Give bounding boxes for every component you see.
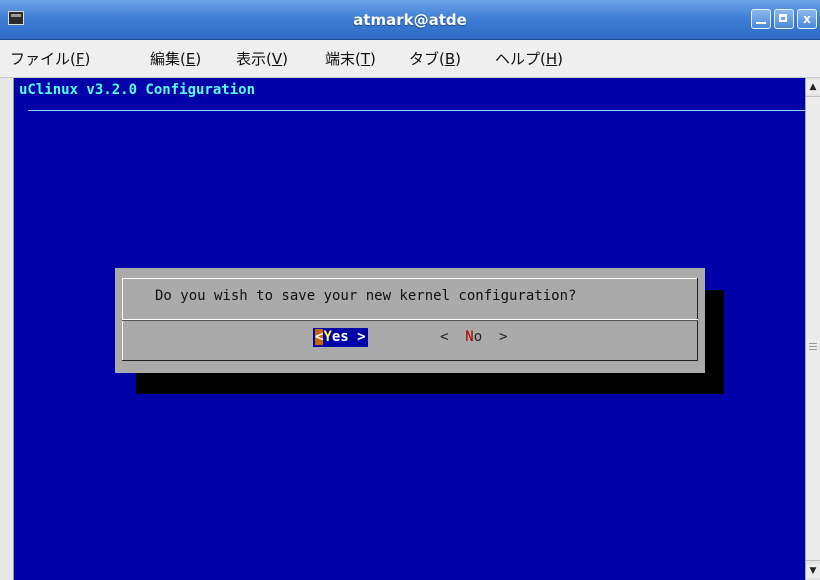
dialog-question: Do you wish to save your new kernel conf… [155,288,577,304]
no-button[interactable]: < No > [440,328,507,347]
maximize-button[interactable] [774,9,794,29]
yes-button[interactable]: <Yes > [313,328,368,347]
menu-tabs-suffix: ) [455,50,462,68]
scroll-grip-icon [809,343,817,350]
no-button-label: o > [473,329,508,345]
menu-file[interactable]: ファイル(F) [10,40,90,78]
menu-help-suffix: ) [557,50,563,68]
no-button-hotkey: N [465,329,474,345]
window-title: atmark@atde [353,11,467,29]
menu-tabs-label: タブ( [409,50,445,68]
menu-view-label: 表示( [236,50,272,68]
menu-edit-suffix: ) [195,50,202,68]
scroll-up-arrow-icon[interactable]: ▲ [806,80,820,94]
menu-help-accel: H [545,50,558,68]
menu-file-suffix: ) [84,50,91,68]
menu-edit[interactable]: 編集(E) [150,40,201,78]
menu-tabs[interactable]: タブ(B) [409,40,461,78]
menu-help[interactable]: ヘルプ(H) [495,40,563,78]
menu-terminal-suffix: ) [370,50,376,68]
window-titlebar[interactable]: atmark@atde x [0,0,820,40]
menu-view-accel: V [271,50,283,68]
config-title: uClinux v3.2.0 Configuration [19,82,256,98]
terminal-screen[interactable]: uClinux v3.2.0 Configuration Do you wish… [14,78,805,580]
menu-terminal-label: 端末( [325,50,361,68]
menu-edit-accel: E [185,50,196,68]
title-divider [28,110,805,111]
menu-file-label: ファイル( [10,50,76,68]
save-config-dialog: Do you wish to save your new kernel conf… [115,268,705,373]
menu-tabs-accel: B [444,50,456,68]
close-button[interactable]: x [797,9,817,29]
menu-terminal-accel: T [360,50,371,68]
window-left-border [0,78,14,580]
no-button-left: < [440,329,466,345]
scroll-down-arrow-icon[interactable]: ▼ [806,564,820,578]
yes-button-hotkey: Y [323,329,332,345]
menu-file-accel: F [75,50,85,68]
dialog-border-bottom [122,360,698,361]
minimize-button[interactable] [751,9,771,29]
yes-button-label: es > [331,329,366,345]
menu-view[interactable]: 表示(V) [236,40,288,78]
menu-bar: ファイル(F) 編集(E) 表示(V) 端末(T) タブ(B) ヘルプ(H) [0,40,820,78]
dialog-separator-shadow [122,320,698,321]
menu-edit-label: 編集( [150,50,186,68]
menu-help-label: ヘルプ( [495,50,546,68]
scroll-thumb[interactable] [806,96,820,561]
dialog-border-top [122,278,697,279]
terminal-scrollbar[interactable]: ▲ ▼ [805,78,820,580]
menu-view-suffix: ) [282,50,288,68]
menu-terminal[interactable]: 端末(T) [325,40,376,78]
